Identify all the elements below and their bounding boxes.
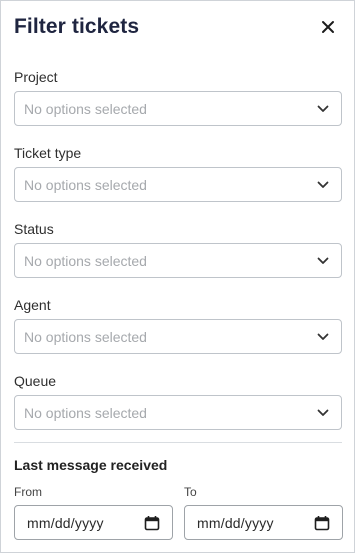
queue-select-placeholder: No options selected: [24, 404, 147, 421]
divider: [14, 442, 342, 443]
queue-select[interactable]: No options selected: [14, 395, 342, 430]
to-date-value[interactable]: mm/dd/yyyy: [197, 515, 314, 531]
chevron-down-icon[interactable]: [317, 103, 329, 115]
chevron-down-icon[interactable]: [317, 331, 329, 343]
filter-label-status: Status: [14, 221, 54, 237]
from-date-value[interactable]: mm/dd/yyyy: [27, 515, 144, 531]
chevron-down-icon[interactable]: [317, 407, 329, 419]
status-select[interactable]: No options selected: [14, 243, 342, 278]
to-date-input[interactable]: mm/dd/yyyy: [184, 505, 343, 540]
filter-queue: Queue No options selected: [14, 372, 342, 430]
close-icon[interactable]: [321, 20, 335, 39]
filter-label-project: Project: [14, 69, 58, 85]
from-label: From: [14, 485, 42, 499]
filter-label-queue: Queue: [14, 373, 57, 389]
status-select-placeholder: No options selected: [24, 252, 147, 269]
filter-status: Status No options selected: [14, 220, 342, 278]
filter-ticket-type: Ticket type No options selected: [14, 144, 342, 202]
calendar-icon[interactable]: [144, 515, 160, 531]
ticket-type-select[interactable]: No options selected: [14, 167, 342, 202]
from-date-input[interactable]: mm/dd/yyyy: [14, 505, 173, 540]
filter-panel: Filter tickets Project No options select…: [0, 0, 355, 553]
chevron-down-icon[interactable]: [317, 255, 329, 267]
close-button[interactable]: [317, 18, 339, 40]
project-select[interactable]: No options selected: [14, 91, 342, 126]
agent-select[interactable]: No options selected: [14, 319, 342, 354]
filter-label-agent: Agent: [14, 297, 51, 313]
project-select-placeholder: No options selected: [24, 100, 147, 117]
agent-select-placeholder: No options selected: [24, 328, 147, 345]
to-label: To: [184, 485, 197, 499]
chevron-down-icon[interactable]: [317, 179, 329, 191]
filter-agent: Agent No options selected: [14, 296, 342, 354]
filter-label-ticket-type: Ticket type: [14, 145, 82, 161]
filter-project: Project No options selected: [14, 68, 342, 126]
panel-title: Filter tickets: [14, 15, 140, 38]
last-message-title: Last message received: [14, 457, 168, 473]
ticket-type-select-placeholder: No options selected: [24, 176, 147, 193]
calendar-icon[interactable]: [314, 515, 330, 531]
